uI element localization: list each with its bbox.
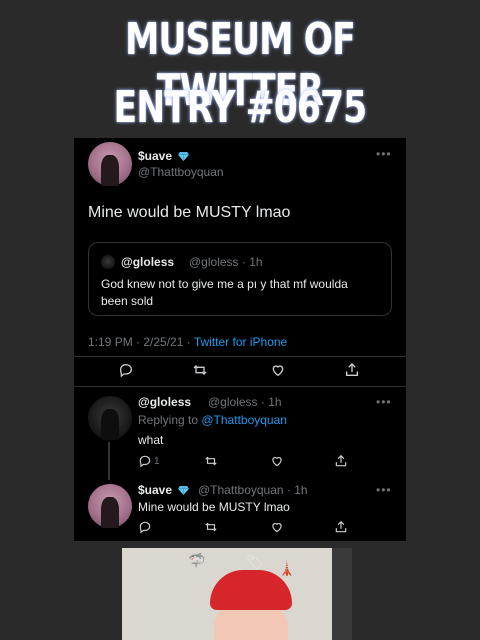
quoted-text-line-2: been sold: [101, 294, 154, 308]
retweet-icon[interactable]: [192, 362, 208, 378]
share-icon[interactable]: [344, 362, 360, 378]
sticker-icon: 🏷: [246, 554, 264, 570]
retweet-icon[interactable]: [204, 454, 218, 468]
author-name: $uave: [138, 149, 173, 163]
reply-avatar[interactable]: [88, 484, 132, 528]
reply-icon[interactable]: [118, 362, 134, 378]
tweet-screenshot: $uave @Thattboyquan ••• Mine would be MU…: [74, 138, 406, 541]
share-icon[interactable]: [334, 454, 348, 468]
tweet-source-link[interactable]: Twitter for iPhone: [194, 335, 287, 349]
retweet-icon[interactable]: [204, 520, 218, 534]
reply-meta: @Thattboyquan · 1h: [198, 483, 308, 497]
more-options-icon[interactable]: •••: [376, 147, 392, 161]
reply-icon[interactable]: [138, 454, 152, 468]
diamond-icon: [178, 486, 190, 495]
reply-meta: @gloless · 1h: [208, 395, 282, 409]
quoted-avatar: [101, 255, 115, 269]
like-icon[interactable]: [270, 454, 284, 468]
reply-author[interactable]: $uave: [138, 483, 172, 497]
like-icon[interactable]: [270, 362, 286, 378]
replying-to-link[interactable]: @Thattboyquan: [201, 413, 287, 427]
share-icon[interactable]: [334, 520, 348, 534]
headline-line-2: ENTRY #0675: [113, 82, 367, 133]
reply-icon[interactable]: [138, 520, 152, 534]
quoted-text-line-1: God knew not to give me a pı y that mf w…: [101, 277, 348, 291]
reply-author[interactable]: @gloless: [138, 395, 191, 409]
wall: [332, 548, 352, 640]
divider: [74, 386, 406, 387]
reply-avatar[interactable]: [88, 396, 132, 440]
video-inset: 🦈 🏷 🗼: [122, 548, 352, 640]
author-handle[interactable]: @Thattboyquan: [138, 165, 224, 179]
like-icon[interactable]: [270, 520, 284, 534]
reply-text: what: [138, 433, 164, 447]
tweet-text: Mine would be MUSTY lmao: [88, 204, 291, 221]
quoted-author: @gloless: [121, 255, 175, 269]
quoted-tweet[interactable]: @gloless @gloless · 1h God knew not to g…: [88, 242, 392, 316]
reply-count: 1: [154, 456, 160, 467]
avatar[interactable]: [88, 142, 132, 186]
more-options-icon[interactable]: •••: [376, 395, 392, 409]
lighthouse-sticker-icon: 🗼: [278, 560, 296, 576]
replying-to-label: Replying to: [138, 413, 202, 427]
diamond-icon: [178, 152, 190, 161]
thread-line: [108, 442, 110, 480]
reply-text: Mine would be MUSTY lmao: [138, 500, 290, 514]
shark-sticker-icon: 🦈: [188, 552, 206, 568]
more-options-icon[interactable]: •••: [376, 483, 392, 497]
quoted-meta: @gloless · 1h: [189, 255, 263, 269]
tweet-timestamp: 1:19 PM · 2/25/21 ·: [88, 335, 194, 349]
divider: [74, 356, 406, 357]
